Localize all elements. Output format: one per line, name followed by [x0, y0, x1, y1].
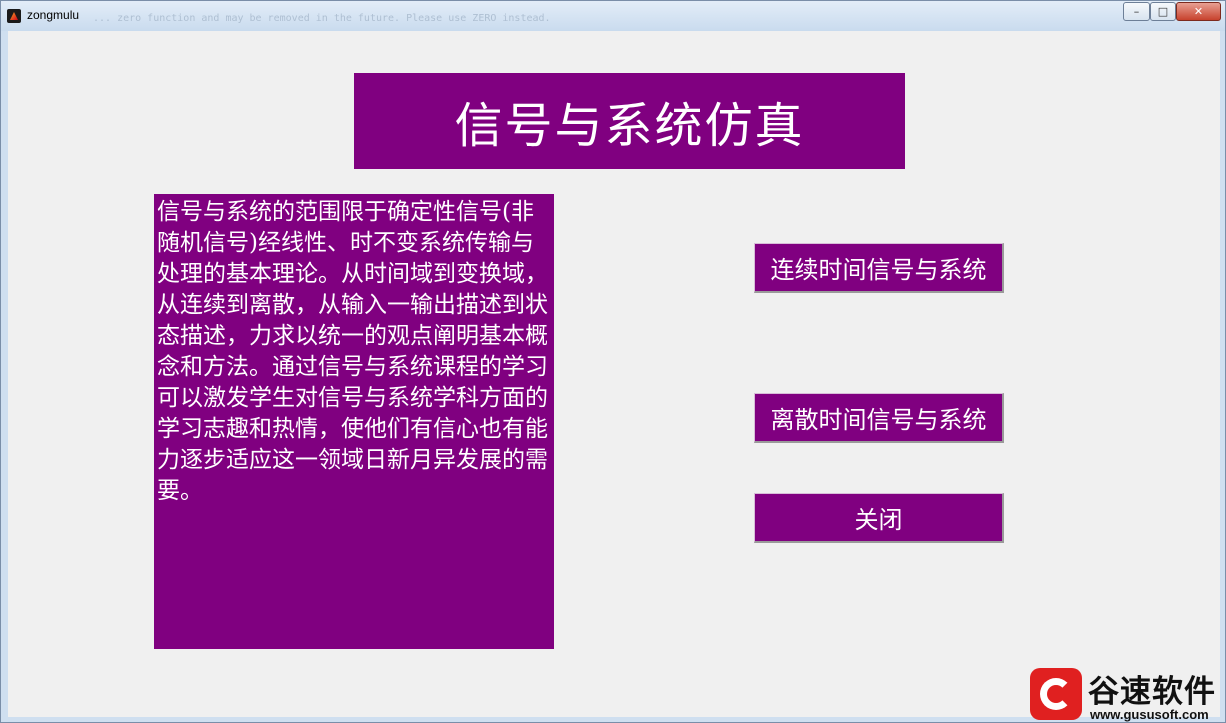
- continuous-time-button[interactable]: 连续时间信号与系统: [754, 243, 1004, 293]
- description-text: 信号与系统的范围限于确定性信号(非随机信号)经线性、时不变系统传输与处理的基本理…: [154, 194, 554, 649]
- close-button[interactable]: 关闭: [754, 493, 1004, 543]
- app-window: zongmulu ... zero function and may be re…: [0, 0, 1226, 723]
- maximize-button[interactable]: □: [1150, 2, 1176, 21]
- watermark: 谷速软件 www.gususoft.com: [1030, 666, 1226, 723]
- discrete-time-button[interactable]: 离散时间信号与系统: [754, 393, 1004, 443]
- window-title: zongmulu: [27, 8, 80, 22]
- background-console-text: ... zero function and may be removed in …: [93, 13, 551, 24]
- figure-client-area: 信号与系统仿真 信号与系统的范围限于确定性信号(非随机信号)经线性、时不变系统传…: [8, 31, 1220, 717]
- page-title: 信号与系统仿真: [354, 73, 905, 169]
- gususoft-logo-icon: [1030, 668, 1082, 720]
- minimize-button[interactable]: –: [1123, 2, 1150, 21]
- watermark-url: www.gususoft.com: [1090, 707, 1209, 722]
- watermark-name: 谷速软件: [1088, 674, 1216, 710]
- title-bar[interactable]: zongmulu ... zero function and may be re…: [1, 1, 1225, 31]
- close-window-button[interactable]: ✕: [1176, 2, 1221, 21]
- matlab-icon: [7, 9, 21, 23]
